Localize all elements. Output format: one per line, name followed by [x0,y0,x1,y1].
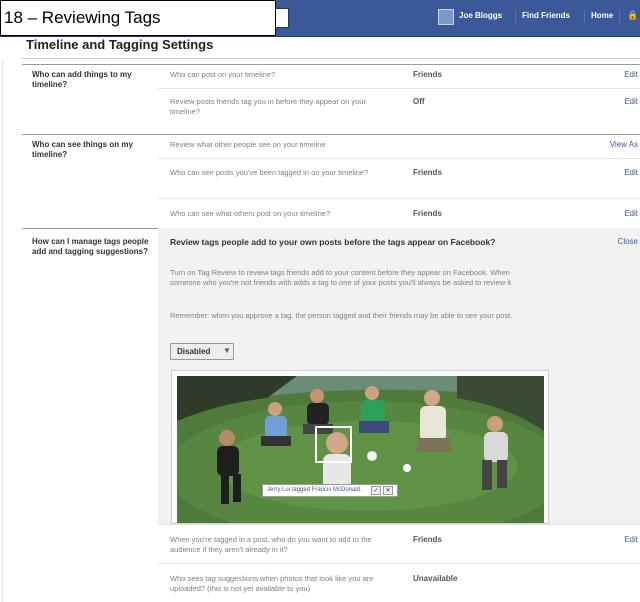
close-link[interactable]: Close [618,237,638,246]
divider [158,524,640,525]
example-photo [177,376,544,523]
example-photo-frame [171,370,549,524]
find-friends-link[interactable]: Find Friends [522,11,570,20]
tag-verb: tagged [291,487,311,493]
divider [158,88,640,89]
divider [158,198,640,199]
group-photo-illustration [177,376,544,523]
setting-value: Friends [413,535,442,544]
divider [22,58,640,59]
nav-divider [515,10,516,24]
view-as-link[interactable]: View As [610,140,638,149]
tagger-name[interactable]: Jerry Lui [267,487,290,493]
setting-question: Review posts friends tag you in before t… [170,97,366,116]
setting-value: Unavailable [413,574,458,583]
section-label-see-things: Who can see things on my timeline? [32,140,133,159]
nav-divider [584,10,585,24]
setting-question: Who can see posts you've been tagged in … [170,168,369,177]
setting-question: Who can post on your timeline? [170,70,276,79]
edit-link[interactable]: Edit [624,168,638,177]
tag-review-note: Remember: when you approve a tag, the pe… [170,311,513,320]
setting-value: Off [413,97,425,106]
privacy-lock-icon[interactable]: 🔒 [627,10,638,21]
tag-review-title: Review tags people add to your own posts… [170,237,496,247]
setting-value: Friends [413,209,442,218]
divider [158,158,640,159]
divider [22,64,640,65]
divider [158,563,640,564]
home-link[interactable]: Home [591,11,613,20]
edit-link[interactable]: Edit [624,70,638,79]
section-label-add-things: Who can add things to my timeline? [32,70,132,89]
tag-review-dropdown[interactable]: Disabled ▼ [170,343,234,360]
slide-title-box: 18 – Reviewing Tags [0,0,276,36]
tag-approval-popup: Jerry Lui tagged Francis McDonald. ✓ ✕ [262,484,398,497]
chevron-down-icon: ▼ [223,346,231,355]
setting-question: Who can see what others post on your tim… [170,209,331,218]
edit-link[interactable]: Edit [624,209,638,218]
page-title: Timeline and Tagging Settings [26,37,214,52]
profile-link[interactable]: Joe Bloggs [459,11,502,20]
slide-title: 18 – Reviewing Tags [4,8,161,27]
divider [2,60,3,602]
section-label-manage-tags: How can I manage tags people add and tag… [32,237,149,256]
tagged-name[interactable]: Francis McDonald. [312,487,362,493]
remove-tag-button[interactable]: ✕ [383,486,393,495]
setting-question: When you're tagged in a post, who do you… [170,535,372,554]
face-tag-box[interactable] [315,426,352,463]
edit-link[interactable]: Edit [624,97,638,106]
setting-question: Who sees tag suggestions when photos tha… [170,574,374,593]
edit-link[interactable]: Edit [624,535,638,544]
setting-value: Friends [413,70,442,79]
setting-value: Friends [413,168,442,177]
divider [22,134,640,135]
dropdown-value: Disabled [177,347,211,356]
avatar[interactable] [438,9,454,25]
setting-question: Review what other people see on your tim… [170,140,326,149]
approve-tag-button[interactable]: ✓ [371,486,381,495]
tag-text: Jerry Lui tagged Francis McDonald. [267,487,362,493]
tag-review-description: Turn on Tag Review to review tags friend… [170,268,514,287]
nav-divider [619,10,620,24]
